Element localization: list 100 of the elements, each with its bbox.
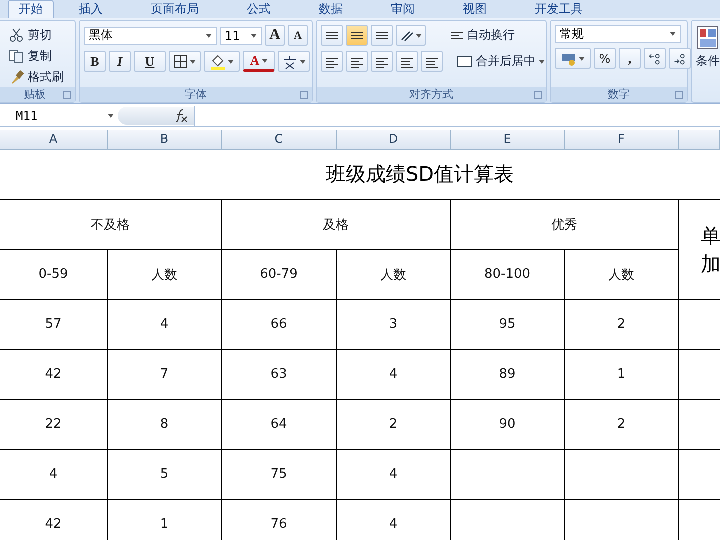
italic-button[interactable]: I [109, 51, 131, 72]
table-cell: 4 [337, 450, 451, 500]
table-cell: 5 [108, 450, 222, 500]
table-cell: 42 [0, 500, 108, 540]
table-cell: 89 [451, 350, 565, 400]
table-cell: 人数 [337, 250, 451, 300]
table-cell: 57 [0, 300, 108, 350]
wrap-text-button[interactable]: 自动换行 [447, 25, 518, 46]
indent-icon [400, 56, 414, 68]
brush-icon [9, 69, 25, 85]
table-cell: 63 [222, 350, 337, 400]
ribbon-tab[interactable]: 视图 [452, 0, 498, 18]
font-name-field[interactable]: 黑体 [84, 26, 217, 44]
table-cell: 4 [0, 450, 108, 500]
table-cell: 4 [337, 500, 451, 540]
table-cell: 7 [108, 350, 222, 400]
slanted-text-icon [400, 30, 414, 42]
table-cell: 66 [222, 300, 337, 350]
align-button[interactable] [321, 25, 343, 46]
wrap-icon [450, 30, 464, 42]
money-icon [561, 52, 577, 66]
bold-button[interactable]: B [84, 51, 106, 72]
column-header[interactable]: C [222, 130, 337, 149]
decimal-icon [673, 52, 687, 66]
fill-color-button[interactable] [204, 51, 240, 72]
table-cell: 0-59 [0, 250, 108, 300]
font-color-button[interactable]: A [243, 51, 275, 72]
column-header[interactable]: F [565, 130, 679, 149]
table-cell: 64 [222, 400, 337, 450]
table-cell: 80-100 [451, 250, 565, 300]
phonetic-icon [282, 54, 298, 70]
align-icon [325, 56, 339, 68]
copy-icon [9, 48, 25, 64]
currency-button[interactable] [555, 48, 591, 69]
align-button[interactable] [346, 25, 368, 46]
percent-button[interactable]: % [594, 48, 616, 69]
font-size-field[interactable]: 11 [220, 26, 262, 44]
underline-button[interactable]: U [134, 51, 166, 72]
align-icon [375, 56, 389, 68]
table-cell: 4 [108, 300, 222, 350]
ribbon-tab[interactable]: 数据 [308, 0, 354, 18]
borders-button[interactable] [169, 51, 201, 72]
table-cell: 75 [222, 450, 337, 500]
orientation-button[interactable] [396, 25, 426, 46]
shrink-font-button[interactable]: A [288, 25, 308, 46]
column-header[interactable]: B [108, 130, 222, 149]
phonetic-button[interactable] [278, 51, 310, 72]
column-header[interactable]: E [451, 130, 565, 149]
align-button[interactable] [371, 25, 393, 46]
table-cell: 2 [565, 400, 679, 450]
clipboard-button[interactable]: 格式刷 [9, 67, 71, 87]
function-icon [174, 109, 188, 123]
column-header[interactable]: A [0, 130, 108, 149]
align-icon [350, 56, 364, 68]
table-cell-text: 单加 [701, 222, 720, 278]
align-icon [325, 32, 339, 40]
table-icon [696, 25, 720, 51]
grow-font-button[interactable]: A [265, 25, 285, 46]
group-label: 对齐方式 [410, 88, 454, 101]
borders-icon [174, 54, 188, 68]
ribbon-tab[interactable]: 公式 [236, 0, 282, 18]
ribbon-tab[interactable]: 开始 [8, 0, 54, 18]
merge-center-button[interactable]: 合并后居中 [454, 51, 548, 72]
table-cell: 2 [565, 300, 679, 350]
table-cell: 4 [337, 350, 451, 400]
clipboard-button[interactable]: 复制 [9, 46, 71, 66]
table-cell: 人数 [565, 250, 679, 300]
table-cell: 及格 [222, 200, 451, 250]
align-icon [350, 32, 364, 40]
align-button[interactable] [321, 51, 343, 72]
name-box[interactable]: M11 [0, 106, 118, 126]
decrease-decimal-button[interactable] [669, 48, 691, 69]
ribbon-tab[interactable]: 插入 [68, 0, 114, 18]
increase-indent-button[interactable] [421, 51, 443, 72]
table-cell: 95 [451, 300, 565, 350]
table-cell: 42 [0, 350, 108, 400]
column-header[interactable]: D [337, 130, 451, 149]
number-format-field[interactable]: 常规 [555, 25, 681, 43]
group-label: 贴板 [24, 88, 46, 101]
table-cell: 22 [0, 400, 108, 450]
table-cell: 60-79 [222, 250, 337, 300]
clipboard-button[interactable]: 剪切 [9, 25, 71, 45]
scissors-icon [9, 27, 25, 43]
sheet-title: 班级成绩SD值计算表 [326, 161, 514, 188]
table-cell: 人数 [108, 250, 222, 300]
ribbon-tab[interactable]: 页面布局 [140, 0, 210, 18]
align-button[interactable] [346, 51, 368, 72]
increase-decimal-button[interactable] [644, 48, 666, 69]
align-button[interactable] [371, 51, 393, 72]
decrease-indent-button[interactable] [396, 51, 418, 72]
decimal-icon [648, 52, 662, 66]
table-cell: 8 [108, 400, 222, 450]
table-cell: 2 [337, 400, 451, 450]
table-cell: 90 [451, 400, 565, 450]
comma-button[interactable]: , [619, 48, 641, 69]
indent-icon [425, 56, 439, 68]
group-label: 数字 [608, 88, 630, 101]
table-cell: 不及格 [0, 200, 222, 250]
ribbon-tab[interactable]: 审阅 [380, 0, 426, 18]
ribbon-tab[interactable]: 开发工具 [524, 0, 594, 18]
